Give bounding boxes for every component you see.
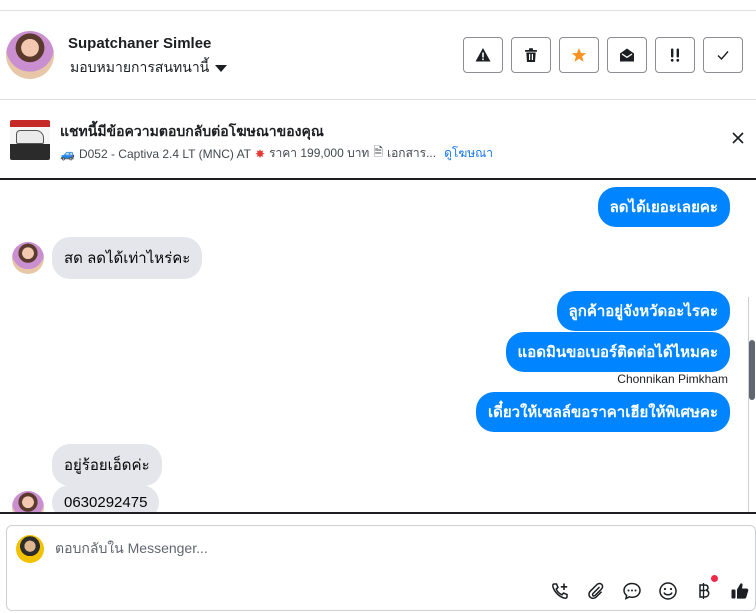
ad-price: ราคา 199,000 บาท: [269, 146, 370, 160]
notification-dot: [711, 575, 718, 582]
payment-button[interactable]: [693, 575, 718, 602]
composer-tools: [549, 575, 751, 602]
delete-button[interactable]: [511, 37, 551, 73]
emoji-button[interactable]: [657, 580, 679, 602]
chat-bubble-icon: [623, 582, 641, 600]
report-button[interactable]: [463, 37, 503, 73]
view-ad-link[interactable]: ดูโฆษณา: [444, 144, 493, 163]
outgoing-message[interactable]: ลดได้เยอะเลยคะ: [597, 187, 730, 227]
contact-name[interactable]: Supatchaner Simlee: [68, 35, 211, 52]
star-button[interactable]: [559, 37, 599, 73]
done-button[interactable]: [703, 37, 743, 73]
contact-avatar[interactable]: [6, 31, 54, 79]
scrollbar-thumb[interactable]: [749, 340, 755, 400]
call-add-icon: [552, 583, 568, 599]
car-icon: 🚙: [60, 146, 75, 161]
paperclip-icon: [588, 582, 604, 600]
trash-icon: [525, 48, 537, 62]
warning-icon: [475, 48, 491, 62]
reply-input[interactable]: [55, 540, 695, 556]
incoming-message[interactable]: สด ลดได้เท่าไหร่คะ: [52, 237, 203, 279]
contact-avatar-small: [12, 242, 44, 274]
ad-details: 🚙 D052 - Captiva 2.4 LT (MNC) AT ✸ ราคา …: [60, 143, 493, 164]
exclamation-icon: [670, 48, 680, 62]
header-actions: [463, 37, 743, 73]
assign-label: มอบหมายการสนทนานี้: [70, 59, 210, 75]
ad-car-details: D052 - Captiva 2.4 LT (MNC) AT: [78, 146, 252, 161]
outgoing-message[interactable]: แอดมินขอเบอร์ติดต่อได้ไหมคะ: [505, 332, 730, 372]
ad-banner-title: แชทนี้มีข้อความตอบกลับต่อโฆษณาของคุณ: [60, 123, 324, 139]
page-avatar: [16, 535, 44, 563]
thumbs-up-icon: [731, 583, 749, 599]
outgoing-message[interactable]: เดี๋ยวให้เซลล์ขอราคาเฮียให้พิเศษคะ: [476, 392, 730, 432]
document-icon: 🗎: [373, 145, 383, 159]
scrollbar[interactable]: [748, 297, 756, 512]
close-icon[interactable]: [730, 130, 746, 146]
ad-docs: เอกสาร...: [387, 146, 437, 160]
chevron-down-icon: [215, 65, 228, 72]
like-button[interactable]: [729, 580, 751, 602]
important-button[interactable]: [655, 37, 695, 73]
sender-name: Chonnikan Pimkham: [617, 372, 728, 386]
reply-composer: [6, 525, 756, 611]
mark-unread-button[interactable]: [607, 37, 647, 73]
ad-thumbnail[interactable]: [10, 120, 50, 160]
incoming-message[interactable]: อยู่ร้อยเอ็ดค่ะ: [52, 444, 162, 486]
emoji-icon: [659, 582, 677, 600]
assign-conversation-dropdown[interactable]: มอบหมายการสนทนานี้: [70, 57, 228, 79]
add-call-button[interactable]: [549, 580, 571, 602]
envelope-open-icon: [620, 48, 634, 62]
attach-button[interactable]: [585, 580, 607, 602]
ad-reply-banner: แชทนี้มีข้อความตอบกลับต่อโฆษณาของคุณ 🚙 D…: [0, 100, 756, 180]
composer-divider: [0, 512, 756, 514]
saved-replies-button[interactable]: [621, 580, 643, 602]
incoming-message[interactable]: 0630292475: [52, 485, 160, 512]
star-icon: [571, 48, 587, 62]
baht-icon: [699, 583, 710, 599]
explosion-icon: ✸: [255, 146, 266, 161]
outgoing-message[interactable]: ลูกค้าอยู่จังหวัดอะไรคะ: [556, 291, 730, 331]
conversation-header: Supatchaner Simlee มอบหมายการสนทนานี้: [0, 11, 756, 100]
message-thread[interactable]: ลดได้เยอะเลยคะ สด ลดได้เท่าไหร่คะ ลูกค้า…: [0, 180, 756, 512]
check-icon: [717, 51, 729, 61]
contact-avatar-small: [12, 491, 44, 512]
